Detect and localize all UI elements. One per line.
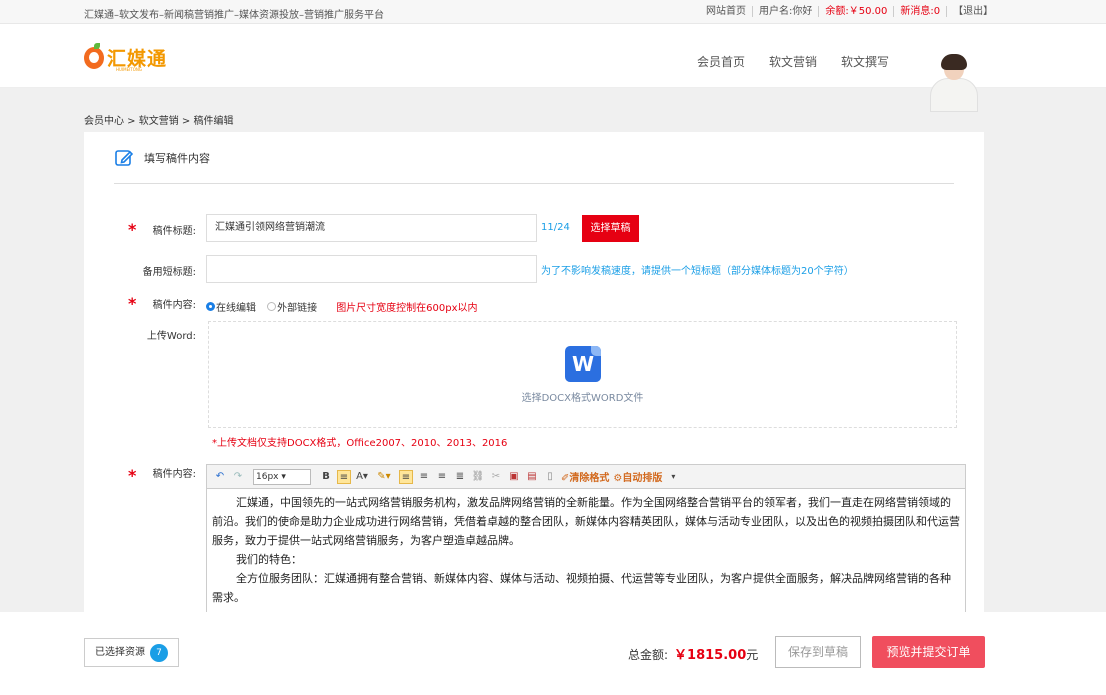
content-paragraph: 我们的特色： xyxy=(236,553,302,566)
radio-online-label: 在线编辑 xyxy=(216,303,256,314)
nav-softarticle-writing[interactable]: 软文撰写 xyxy=(841,53,889,70)
edit-panel: 填写稿件内容 * 稿件标题: 汇媒通引领网络营销潮流 11/24 选择草稿 备用… xyxy=(84,132,984,614)
nav-softarticle-marketing[interactable]: 软文营销 xyxy=(769,53,817,70)
content-type-label: 稿件内容: xyxy=(152,300,196,311)
selected-resources-label: 已选择资源 xyxy=(95,647,145,658)
logo-icon xyxy=(84,42,104,69)
logout-link[interactable]: 【退出】 xyxy=(947,6,999,17)
font-size-select[interactable]: 16px ▾ xyxy=(253,468,311,485)
logo[interactable]: 汇媒通 HUIMEITONG xyxy=(84,42,167,72)
nav-member-home[interactable]: 会员首页 xyxy=(697,53,745,70)
bold-icon[interactable]: B xyxy=(319,470,333,484)
image-icon[interactable]: ▣ xyxy=(507,470,521,484)
total-label: 总金额: xyxy=(628,648,669,662)
select-draft-button[interactable]: 选择草稿 xyxy=(582,215,639,242)
title-input[interactable]: 汇媒通引领网络营销潮流 xyxy=(206,214,537,242)
divider xyxy=(114,183,954,184)
radio-online-edit[interactable]: 在线编辑 xyxy=(206,299,256,314)
total-unit: 元 xyxy=(746,648,759,662)
short-title-hint: 为了不影响发稿速度，请提供一个短标题（部分媒体标题为20个字符） xyxy=(541,266,854,277)
top-links: 网站首页 用户名:你好 余额:￥50.00 新消息:0 【退出】 xyxy=(700,6,999,17)
site-header: 汇媒通 HUIMEITONG 会员首页 软文营销 软文撰写 xyxy=(0,24,1106,112)
radio-link-label: 外部链接 xyxy=(277,303,318,314)
preview-submit-button[interactable]: 预览并提交订单 xyxy=(872,636,985,668)
media-icon[interactable]: ▤ xyxy=(525,470,539,484)
auto-layout-button[interactable]: ⚙自动排版 xyxy=(613,469,662,484)
align-right-icon[interactable]: ≡ xyxy=(435,470,449,484)
top-bar: 汇媒通–软文发布–新闻稿营销推广–媒体资源投放–营销推广服务平台 网站首页 用户… xyxy=(0,0,1106,24)
word-upload-area[interactable]: W 选择DOCX格式WORD文件 xyxy=(208,321,957,428)
username-text: 用户名:你好 xyxy=(753,6,820,17)
panel-title: 填写稿件内容 xyxy=(144,152,210,165)
selected-resources-button[interactable]: 已选择资源 7 xyxy=(84,638,179,667)
clear-format-label: 清除格式 xyxy=(569,473,610,484)
messages-link[interactable]: 新消息:0 xyxy=(894,6,948,17)
redo-icon[interactable]: ↷ xyxy=(231,470,245,484)
upload-word-label: 上传Word: xyxy=(146,331,196,342)
save-draft-button[interactable]: 保存到草稿 xyxy=(775,636,861,668)
document-icon[interactable]: ▯ xyxy=(543,470,557,484)
total-amount-value: ￥1815.00 xyxy=(674,648,747,663)
site-slogan: 汇媒通–软文发布–新闻稿营销推广–媒体资源投放–营销推广服务平台 xyxy=(84,10,384,21)
auto-layout-label: 自动排版 xyxy=(622,473,663,484)
main-nav: 会员首页 软文营销 软文撰写 xyxy=(697,53,889,70)
link-icon[interactable]: ⛓ xyxy=(471,470,485,484)
title-label: 稿件标题: xyxy=(152,226,196,237)
editor-label: 稿件内容: xyxy=(152,469,196,480)
short-title-input[interactable] xyxy=(206,255,537,283)
font-size-value: 16px xyxy=(256,471,279,482)
site-home-link[interactable]: 网站首页 xyxy=(700,6,753,17)
clear-format-button[interactable]: ✐清除格式 xyxy=(561,469,609,484)
align-left-toggle-icon[interactable]: ≡ xyxy=(337,469,351,484)
image-size-hint: 图片尺寸宽度控制在600px以内 xyxy=(336,303,478,314)
order-footer: 已选择资源 7 总金额: ￥1815.00元 保存到草稿 预览并提交订单 xyxy=(0,612,1106,695)
undo-icon[interactable]: ↶ xyxy=(213,470,227,484)
editor-toolbar: ↶ ↷ 16px ▾ B ≡ A▾ ✎▾ ≡ ≡ ≡ ≣ ⛓ ✂ ▣ ▤ ▯ ✐… xyxy=(207,465,965,489)
align-center-icon[interactable]: ≡ xyxy=(417,470,431,484)
content-paragraph: 全方位服务团队：汇媒通拥有整合营销、新媒体内容、媒体与活动、视频拍摄、代运营等专… xyxy=(212,572,951,604)
content-paragraph: 汇媒通，中国领先的一站式网络营销服务机构，激发品牌网络营销的全新能量。作为全国网… xyxy=(212,496,960,547)
rich-text-editor: ↶ ↷ 16px ▾ B ≡ A▾ ✎▾ ≡ ≡ ≡ ≣ ⛓ ✂ ▣ ▤ ▯ ✐… xyxy=(206,464,966,614)
content-type-radios: 在线编辑 外部链接 图片尺寸宽度控制在600px以内 xyxy=(206,296,478,315)
upload-text: 选择DOCX格式WORD文件 xyxy=(521,393,644,404)
more-dropdown-icon[interactable]: ▾ xyxy=(666,470,680,484)
total-amount: 总金额: ￥1815.00元 xyxy=(628,644,758,663)
logo-subtext: HUIMEITONG xyxy=(116,67,142,72)
editor-content[interactable]: 汇媒通，中国领先的一站式网络营销服务机构，激发品牌网络营销的全新能量。作为全国网… xyxy=(207,489,965,611)
upload-note: *上传文档仅支持DOCX格式，Office2007、2010、2013、2016 xyxy=(212,438,508,449)
balance-text: 余额:￥50.00 xyxy=(819,6,895,17)
title-char-count: 11/24 xyxy=(541,222,570,233)
font-color-icon[interactable]: A▾ xyxy=(355,470,369,484)
word-file-icon: W xyxy=(565,346,601,382)
highlight-icon[interactable]: ✎▾ xyxy=(373,470,395,484)
resource-count-badge: 7 xyxy=(150,644,168,662)
justify-icon[interactable]: ≣ xyxy=(453,470,467,484)
short-title-label: 备用短标题: xyxy=(142,267,196,278)
edit-icon xyxy=(115,150,134,166)
radio-external-link[interactable]: 外部链接 xyxy=(267,299,317,314)
panel-header: 填写稿件内容 xyxy=(114,148,210,168)
align-left-icon[interactable]: ≡ xyxy=(399,469,413,484)
service-avatar xyxy=(928,54,980,112)
breadcrumb: 会员中心 > 软文营销 > 稿件编辑 xyxy=(84,116,234,127)
unlink-icon[interactable]: ✂ xyxy=(489,470,503,484)
